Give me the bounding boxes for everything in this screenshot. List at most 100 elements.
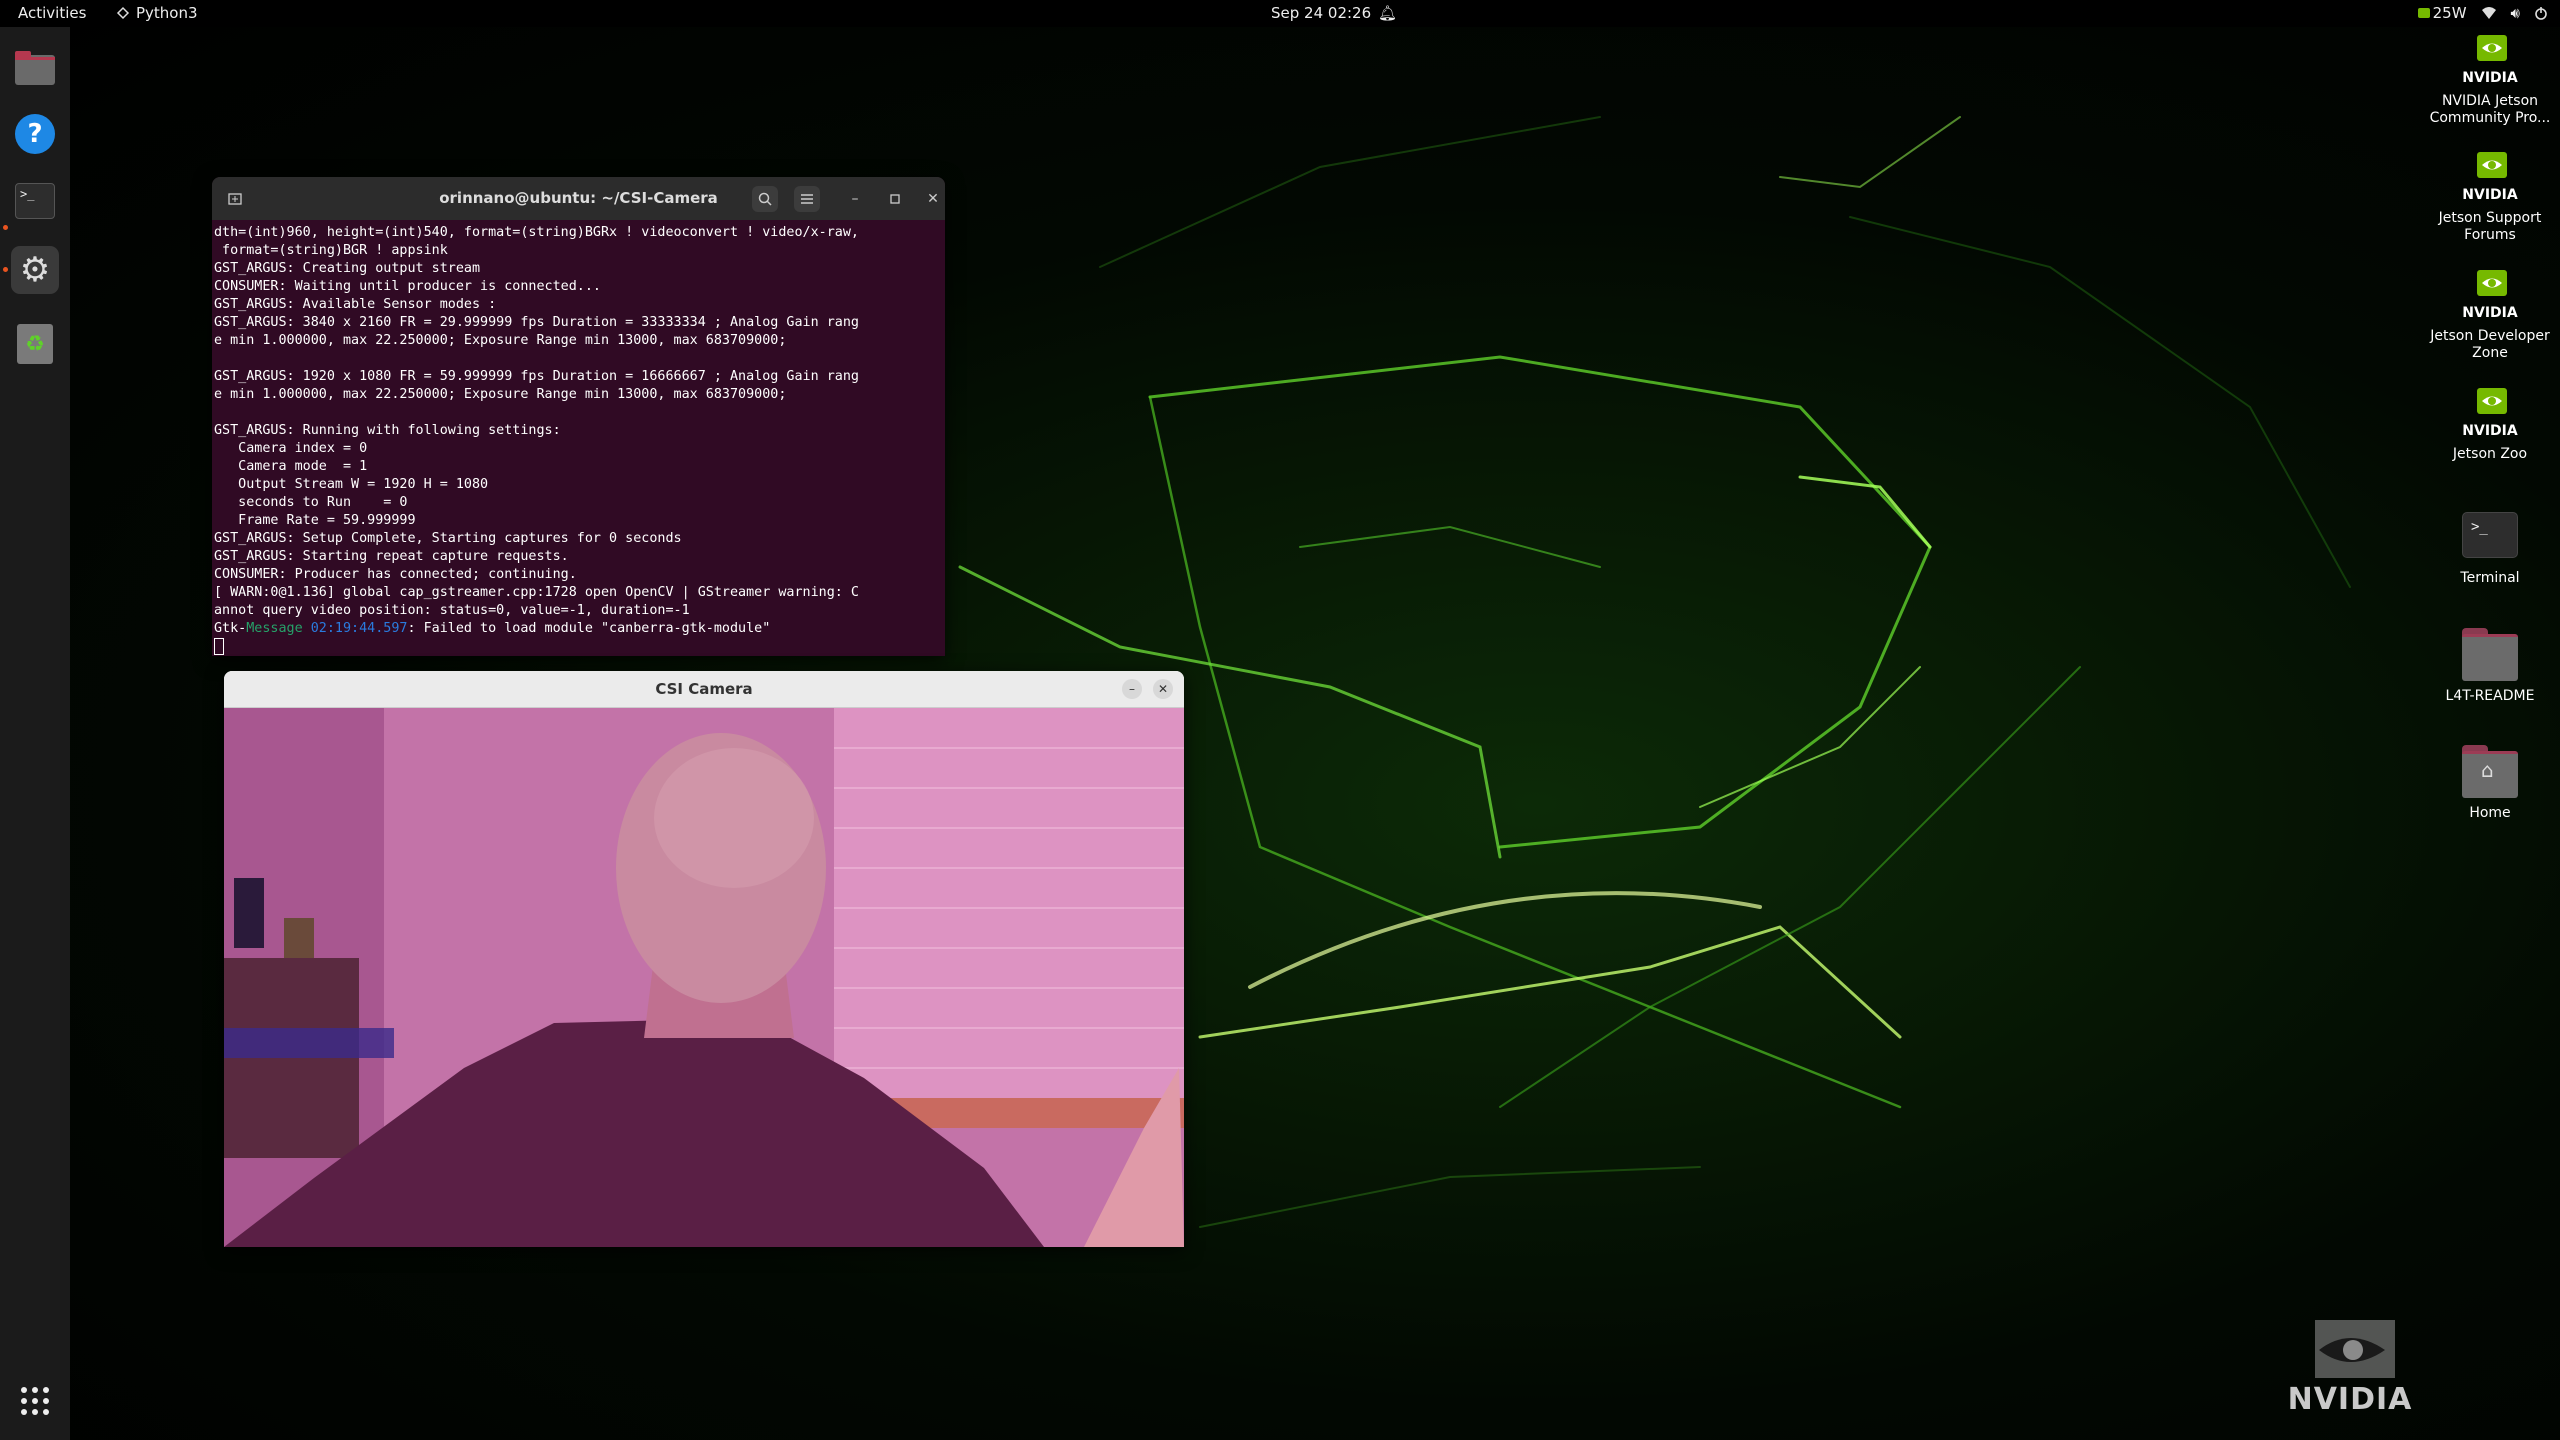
search-button[interactable] — [752, 186, 778, 212]
terminal-line: Output Stream W = 1920 H = 1080 — [214, 477, 489, 492]
minimize-icon: – — [851, 191, 859, 207]
activities-button[interactable]: Activities — [18, 4, 86, 22]
search-icon — [758, 192, 772, 206]
nvidia-corner-logo: NVIDIA — [2280, 1320, 2420, 1417]
terminal-icon: >_ — [2462, 512, 2518, 558]
desktop-icon-label: NVIDIA Jetson Community Pro... — [2429, 93, 2551, 126]
app-menu-label: Python3 — [136, 4, 198, 22]
desktop-icon-label: Home — [2469, 805, 2511, 821]
gtk-prefix: Gtk- — [214, 621, 247, 636]
terminal-line: Camera index = 0 — [214, 441, 368, 456]
app-grid-icon — [21, 1387, 49, 1415]
running-indicator — [3, 225, 8, 230]
running-indicator — [3, 267, 8, 272]
nvidia-small-icon — [2417, 8, 2430, 18]
dock-settings[interactable]: ⚙ — [11, 246, 59, 294]
nvidia-logo-word: NVIDIA — [2462, 70, 2518, 86]
home-folder-icon: ⌂ — [2462, 745, 2518, 798]
power-icon — [2535, 7, 2547, 20]
desktop-icon-readme[interactable]: L4T-README — [2420, 628, 2560, 705]
terminal-window[interactable]: orinnano@ubuntu: ~/CSI-Camera – ✕ dth=(i… — [212, 177, 945, 656]
dock-files[interactable] — [11, 43, 59, 91]
terminal-line: seconds to Run = 0 — [214, 495, 408, 510]
desktop-icon-community[interactable]: NVIDIA NVIDIA Jetson Community Pro... — [2420, 35, 2560, 127]
terminal-line: GST_ARGUS: 3840 x 2160 FR = 29.999999 fp… — [214, 315, 859, 330]
desktop-icon-zoo[interactable]: NVIDIA Jetson Zoo — [2420, 388, 2560, 463]
terminal-line: annot query video position: status=0, va… — [214, 603, 690, 618]
wifi-icon — [2481, 7, 2496, 19]
nvidia-logo-icon: NVIDIA — [2455, 388, 2525, 442]
dock-help[interactable]: ? — [11, 110, 59, 158]
desktop-icon-label: Jetson Zoo — [2452, 446, 2528, 462]
clock[interactable]: Sep 24 02:26 — [1271, 4, 1371, 22]
hamburger-icon — [801, 194, 813, 204]
nvidia-logo-word: NVIDIA — [2462, 423, 2518, 439]
camera-window-title: CSI Camera — [655, 680, 753, 698]
terminal-output[interactable]: dth=(int)960, height=(int)540, format=(s… — [212, 224, 945, 656]
close-icon: ✕ — [1157, 682, 1169, 696]
recycle-icon: ♻ — [17, 324, 53, 364]
dock-trash[interactable]: ♻ — [11, 320, 59, 368]
terminal-line: Frame Rate = 59.999999 — [214, 513, 416, 528]
terminal-line: format=(string)BGR ! appsink — [214, 243, 448, 258]
minimize-icon: – — [1129, 682, 1135, 696]
dock: ? >_ ⚙ ♻ — [0, 27, 70, 1440]
gtk-level: Message — [246, 621, 303, 636]
terminal-line: dth=(int)960, height=(int)540, format=(s… — [214, 225, 859, 240]
gtk-message-text: : Failed to load module "canberra-gtk-mo… — [407, 621, 771, 636]
camera-video-feed — [224, 708, 1184, 1247]
help-icon: ? — [15, 114, 55, 154]
maximize-button[interactable] — [882, 186, 908, 212]
camera-header-bar[interactable]: CSI Camera – ✕ — [224, 671, 1184, 708]
power-mode-indicator[interactable]: 25W — [2417, 4, 2467, 22]
power-mode-label: 25W — [2432, 4, 2467, 22]
minimize-button[interactable]: – — [842, 186, 868, 212]
nvidia-logo-word: NVIDIA — [2462, 305, 2518, 321]
terminal-line: GST_ARGUS: Available Sensor modes : — [214, 297, 497, 312]
python-app-icon — [116, 6, 130, 20]
close-button[interactable]: ✕ — [920, 186, 945, 212]
terminal-line: Camera mode = 1 — [214, 459, 368, 474]
desktop-icon-label: Jetson Developer Zone — [2430, 328, 2550, 361]
volume-icon: 🔊︎ — [2510, 4, 2520, 22]
terminal-line: GST_ARGUS: Starting repeat capture reque… — [214, 549, 569, 564]
terminal-prompt-line[interactable] — [214, 638, 945, 656]
desktop-icon-devzone[interactable]: NVIDIA Jetson Developer Zone — [2420, 270, 2560, 362]
maximize-icon — [890, 194, 900, 204]
notification-bell-icon[interactable]: 🔔︎ — [1378, 4, 1397, 22]
camera-close-button[interactable]: ✕ — [1153, 679, 1173, 699]
app-menu[interactable]: Python3 — [116, 4, 198, 22]
folder-icon — [2462, 628, 2518, 681]
top-bar: Activities Python3 Sep 24 02:26 🔔︎ 25W 🔊… — [0, 0, 2560, 27]
nvidia-logo-icon: NVIDIA — [2455, 35, 2525, 89]
terminal-line: e min 1.000000, max 22.250000; Exposure … — [214, 387, 787, 402]
nvidia-logo-icon: NVIDIA — [2455, 152, 2525, 206]
terminal-icon: >_ — [15, 183, 55, 219]
terminal-header-bar[interactable]: orinnano@ubuntu: ~/CSI-Camera – ✕ — [212, 177, 945, 220]
close-icon: ✕ — [927, 191, 939, 207]
terminal-line: GST_ARGUS: 1920 x 1080 FR = 59.999999 fp… — [214, 369, 859, 384]
terminal-line: CONSUMER: Producer has connected; contin… — [214, 567, 577, 582]
terminal-line: ​ — [214, 404, 945, 422]
folder-icon — [15, 51, 55, 85]
desktop-icon-label: Terminal — [2460, 570, 2520, 586]
terminal-line: e min 1.000000, max 22.250000; Exposure … — [214, 333, 787, 348]
nvidia-wordmark: NVIDIA — [2287, 1382, 2413, 1417]
system-tray[interactable]: 25W 🔊︎ — [2417, 4, 2548, 22]
menu-button[interactable] — [794, 186, 820, 212]
desktop-icon-label: Jetson Support Forums — [2438, 210, 2542, 243]
dock-terminal[interactable]: >_ — [11, 177, 59, 225]
text-cursor — [214, 638, 224, 655]
terminal-line: [ WARN:0@1.136] global cap_gstreamer.cpp… — [214, 585, 859, 600]
show-apps-button[interactable] — [11, 1377, 59, 1425]
desktop-icon-home[interactable]: ⌂ Home — [2420, 745, 2560, 822]
nvidia-logo-icon: NVIDIA — [2455, 270, 2525, 324]
terminal-line-gtk: Gtk-Message 02:19:44.597: Failed to load… — [214, 620, 945, 638]
camera-window[interactable]: CSI Camera – ✕ — [224, 671, 1184, 1247]
desktop-icon-support[interactable]: NVIDIA Jetson Support Forums — [2420, 152, 2560, 244]
terminal-title: orinnano@ubuntu: ~/CSI-Camera — [439, 189, 718, 207]
desktop-icon-terminal[interactable]: >_ Terminal — [2420, 512, 2560, 587]
camera-minimize-button[interactable]: – — [1122, 679, 1142, 699]
desktop-icon-label: L4T-README — [2445, 688, 2535, 704]
terminal-line: GST_ARGUS: Setup Complete, Starting capt… — [214, 531, 682, 546]
